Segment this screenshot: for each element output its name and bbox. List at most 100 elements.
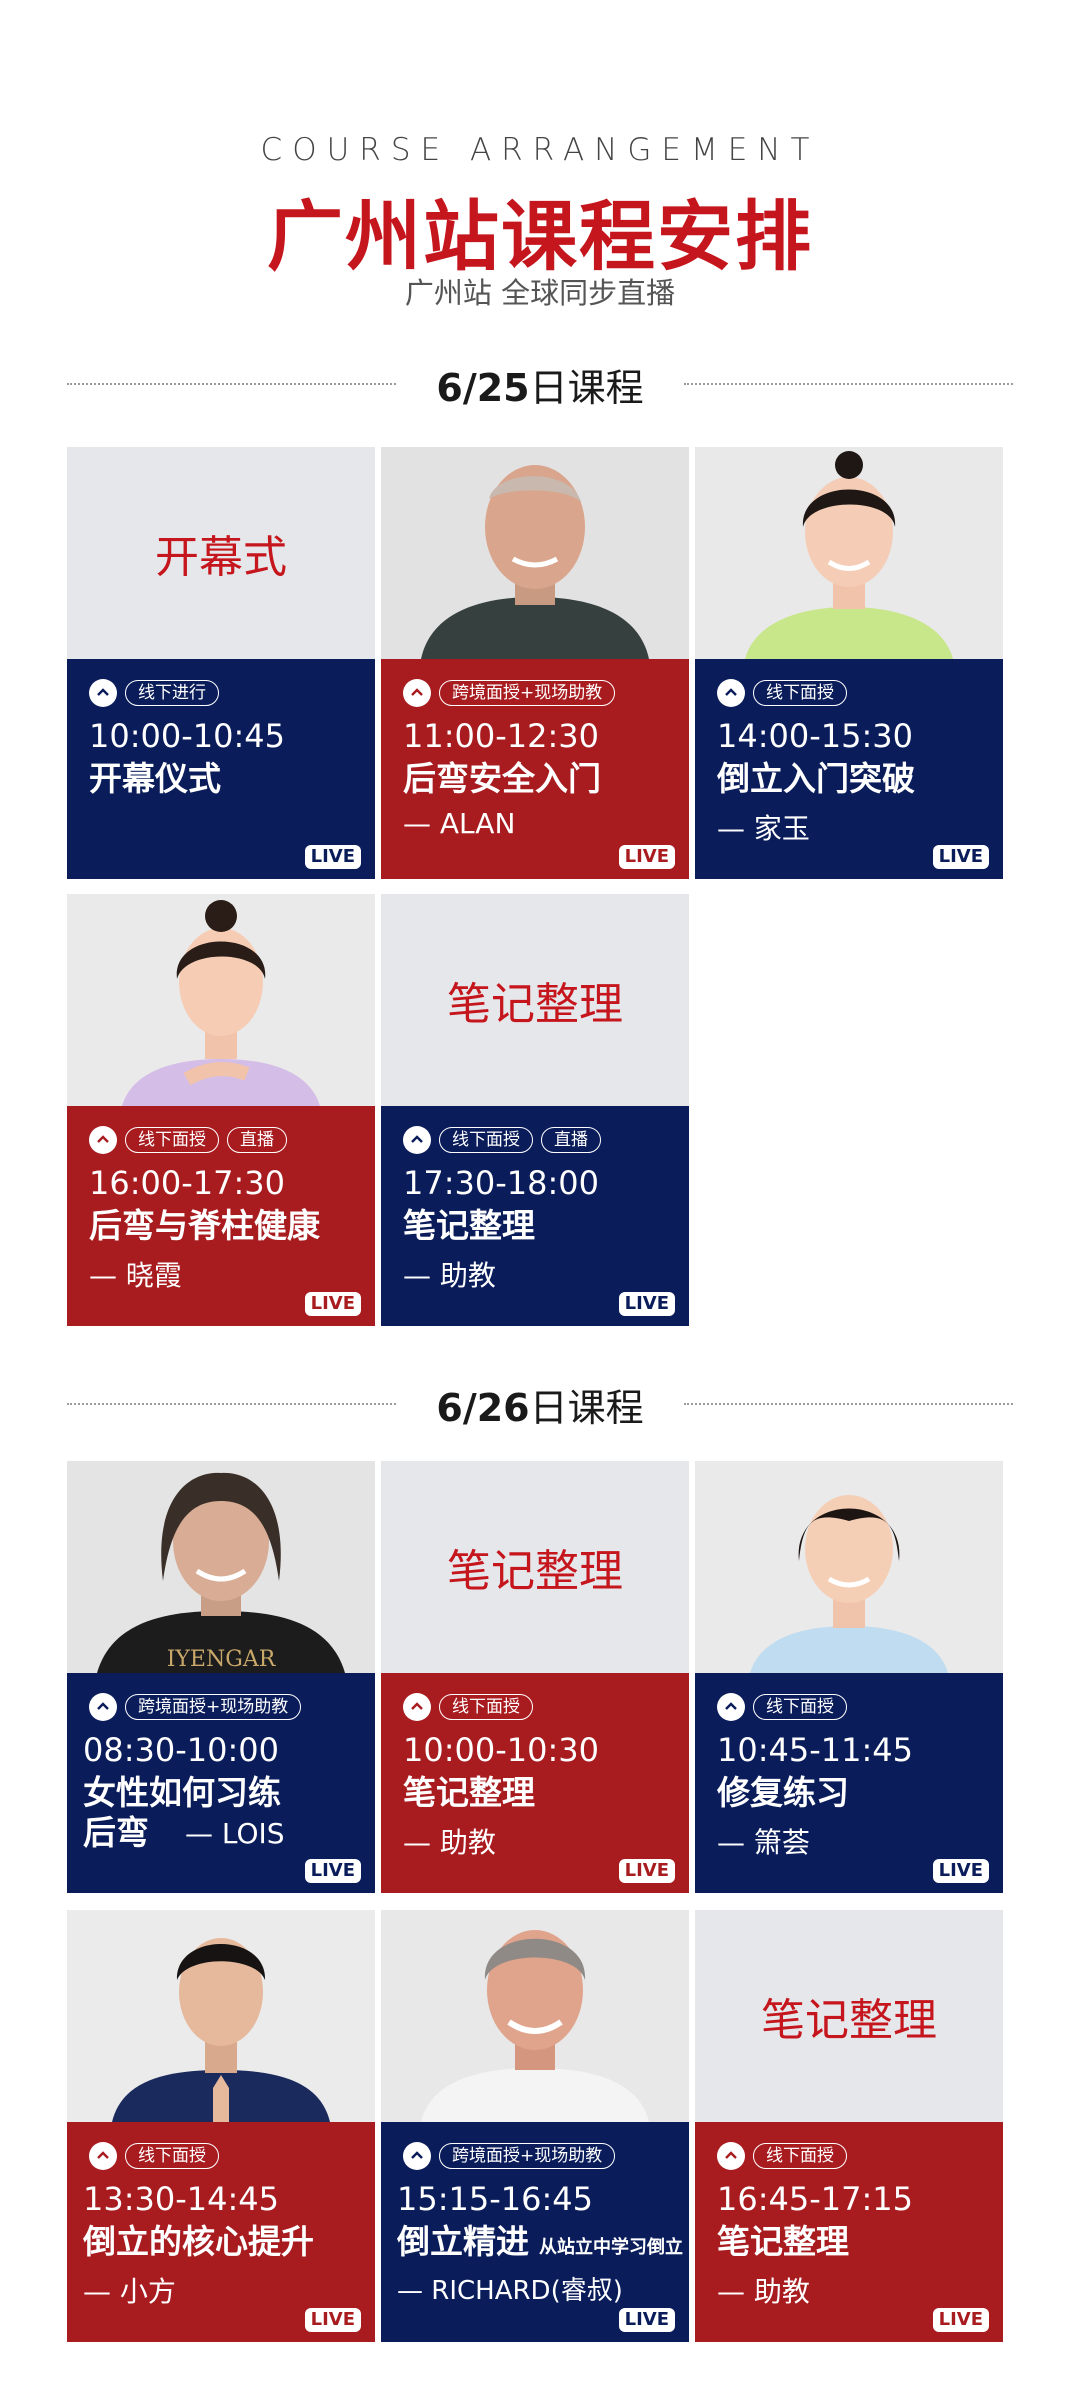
teacher-name: — 助教 [403, 1826, 496, 1859]
chevron-up-icon [717, 2142, 745, 2170]
live-badge: LIVE [932, 845, 989, 869]
course-name: 倒立入门突破 [717, 759, 915, 798]
day-date: 6/25 [436, 365, 530, 410]
live-badge: LIVE [618, 2308, 675, 2332]
course-name: 笔记整理 [403, 1773, 535, 1812]
chevron-up-icon [403, 2142, 431, 2170]
course-card-notes-2[interactable]: 笔记整理 线下面授 10:00-10:30 笔记整理 — 助教 LIVE [381, 1461, 689, 1893]
course-name: 女性如何习练 [83, 1773, 281, 1812]
course-time: 10:00-10:30 [403, 1731, 599, 1769]
course-name: 后弯安全入门 [403, 759, 601, 798]
tag: 线下进行 [125, 680, 219, 706]
teacher-photo [67, 894, 375, 1106]
card-cover-text: 笔记整理 [761, 1995, 937, 2046]
teacher-name: — LOIS [185, 1817, 285, 1850]
tag: 直播 [541, 1127, 601, 1153]
teacher-photo [381, 447, 689, 659]
course-card-lois[interactable]: IYENGAR 跨境面授+现场助教 08:30-10:00 女性如何习练 后弯 … [67, 1461, 375, 1893]
teacher-photo: IYENGAR [67, 1461, 375, 1673]
course-time: 13:30-14:45 [83, 2180, 279, 2218]
course-card-jiayu[interactable]: 线下面授 14:00-15:30 倒立入门突破 — 家玉 LIVE [695, 447, 1003, 879]
day-date: 6/26 [436, 1385, 530, 1430]
live-badge: LIVE [304, 2308, 361, 2332]
chevron-up-icon [89, 679, 117, 707]
eyebrow-text: COURSE ARRANGEMENT [260, 132, 820, 168]
teacher-photo [381, 1910, 689, 2122]
divider [683, 1403, 1013, 1405]
course-name-line2: 后弯 [83, 1813, 149, 1852]
live-badge: LIVE [304, 845, 361, 869]
tag: 线下面授 [753, 1694, 847, 1720]
day-heading-0626: 6/26日课程 [67, 1379, 1013, 1430]
teacher-name: — 助教 [403, 1259, 496, 1292]
teacher-name: — 箫荟 [717, 1826, 810, 1859]
page-subtitle: 广州站 全球同步直播 [404, 276, 676, 310]
course-name: 修复练习 [717, 1773, 849, 1812]
course-time: 16:00-17:30 [89, 1164, 285, 1202]
card-cover-text: 笔记整理 [447, 1546, 623, 1597]
teacher-name: — ALAN [403, 807, 516, 840]
chevron-up-icon [403, 1693, 431, 1721]
teacher-name: — 助教 [717, 2275, 810, 2308]
live-badge: LIVE [618, 845, 675, 869]
teacher-name: — 晓霞 [89, 1259, 182, 1292]
day-suffix: 日课程 [529, 1385, 644, 1430]
tag: 线下面授 [439, 1127, 533, 1153]
course-time: 15:15-16:45 [397, 2180, 593, 2218]
day-suffix: 日课程 [529, 365, 644, 410]
course-name: 倒立精进 [397, 2222, 529, 2261]
divider [67, 383, 397, 385]
live-badge: LIVE [304, 1292, 361, 1316]
tag: 线下面授 [125, 2143, 219, 2169]
tag: 跨境面授+现场助教 [439, 2143, 616, 2169]
tag: 跨境面授+现场助教 [439, 680, 616, 706]
course-time: 11:00-12:30 [403, 717, 599, 755]
course-subtitle: 从站立中学习倒立 [539, 2237, 683, 2258]
chevron-up-icon [717, 1693, 745, 1721]
card-cover-text: 笔记整理 [447, 979, 623, 1030]
tag: 线下面授 [753, 680, 847, 706]
teacher-name: — 小方 [83, 2275, 176, 2308]
teacher-name: — RICHARD(睿叔) [397, 2276, 623, 2306]
course-name: 倒立的核心提升 [83, 2222, 314, 2261]
chevron-up-icon [89, 1693, 117, 1721]
shirt-print: IYENGAR [167, 1647, 277, 1672]
course-name: 笔记整理 [717, 2222, 849, 2261]
live-badge: LIVE [618, 1292, 675, 1316]
divider [683, 383, 1013, 385]
card-cover-text: 开幕式 [155, 532, 287, 583]
course-name: 后弯与脊柱健康 [89, 1206, 320, 1245]
teacher-photo [67, 1910, 375, 2122]
day-heading-0625: 6/25日课程 [67, 359, 1013, 410]
chevron-up-icon [89, 2142, 117, 2170]
page-title: 广州站课程安排 [267, 192, 813, 281]
live-badge: LIVE [618, 1859, 675, 1883]
live-badge: LIVE [932, 2308, 989, 2332]
live-badge: LIVE [304, 1859, 361, 1883]
chevron-up-icon [403, 1126, 431, 1154]
course-card-alan[interactable]: 跨境面授+现场助教 11:00-12:30 后弯安全入门 — ALAN LIVE [381, 447, 689, 879]
teacher-photo [695, 447, 1003, 659]
chevron-up-icon [717, 679, 745, 707]
course-card-notes-1[interactable]: 笔记整理 线下面授 直播 17:30-18:00 笔记整理 — 助教 LIVE [381, 894, 689, 1326]
course-card-xiaoxia[interactable]: 线下面授 直播 16:00-17:30 后弯与脊柱健康 — 晓霞 LIVE [67, 894, 375, 1326]
course-card-xiaohui[interactable]: 线下面授 10:45-11:45 修复练习 — 箫荟 LIVE [695, 1461, 1003, 1893]
teacher-photo [695, 1461, 1003, 1673]
divider [67, 1403, 397, 1405]
chevron-up-icon [89, 1126, 117, 1154]
course-name: 开幕仪式 [89, 759, 221, 798]
chevron-up-icon [403, 679, 431, 707]
course-card-richard[interactable]: 跨境面授+现场助教 15:15-16:45 倒立精进 从站立中学习倒立 — RIC… [381, 1910, 689, 2342]
course-card-xiaofang[interactable]: 线下面授 13:30-14:45 倒立的核心提升 — 小方 LIVE [67, 1910, 375, 2342]
tag: 线下面授 [753, 2143, 847, 2169]
course-card-opening[interactable]: 开幕式 线下进行 10:00-10:45 开幕仪式 LIVE [67, 447, 375, 879]
live-badge: LIVE [932, 1859, 989, 1883]
course-time: 10:45-11:45 [717, 1731, 913, 1769]
tag: 线下面授 [125, 1127, 219, 1153]
course-card-notes-3[interactable]: 笔记整理 线下面授 16:45-17:15 笔记整理 — 助教 LIVE [695, 1910, 1003, 2342]
course-time: 08:30-10:00 [83, 1731, 279, 1769]
course-name: 笔记整理 [403, 1206, 535, 1245]
teacher-name: — 家玉 [717, 812, 810, 845]
course-time: 17:30-18:00 [403, 1164, 599, 1202]
course-time: 10:00-10:45 [89, 717, 285, 755]
